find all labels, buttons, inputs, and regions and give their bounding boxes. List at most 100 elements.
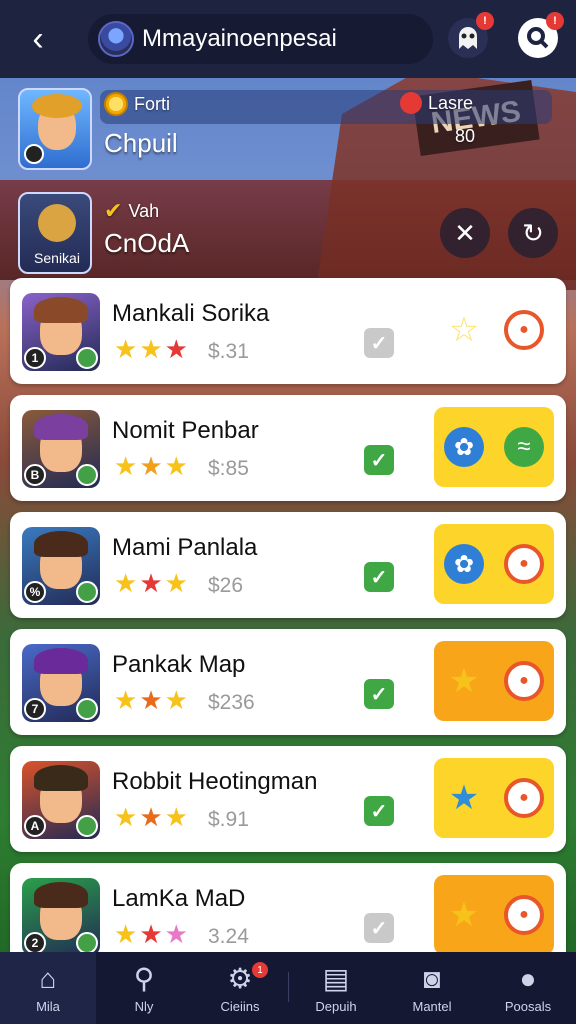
price-label: $236 [208,691,255,714]
checkbox-icon[interactable]: ✓ [364,796,394,826]
avatar-hair [34,414,88,440]
avatar[interactable]: 1 [22,293,100,371]
avatar [98,21,134,57]
price-label: 3.24 [208,925,249,948]
target-icon[interactable]: ● [504,895,544,935]
profile-icon: ● [519,962,537,994]
notification-badge: ! [476,12,494,30]
rating-stars: ★ ★ ★ [114,804,188,830]
action-button[interactable]: ✿ ≈ [434,407,554,487]
avatar[interactable]: A [22,761,100,839]
avatar[interactable]: 7 [22,644,100,722]
checkbox-icon[interactable]: ✓ [364,328,394,358]
star-icon: ★ [114,802,138,832]
star-icon: ★ [164,802,188,832]
title-pill[interactable]: Mmayainoenpesai [88,14,433,64]
close-button[interactable]: ✕ [440,208,490,258]
player-name: Mami Panlala [112,534,258,561]
coin-label: Vah [128,200,160,221]
nav-item-nly[interactable]: ⚲ Nly [96,952,192,1024]
rating-stars: ★ ★ ★ [114,336,188,362]
star-icon: ★ [139,802,163,832]
list-item[interactable]: 1 Mankali Sorika ★ ★ ★ $.31 ✓ ☆ ● [10,278,566,384]
list-item[interactable]: 7 Pankak Map ★ ★ ★ $236 ✓ ★ ● [10,629,566,735]
notification-badge: 1 [252,962,268,978]
avatar[interactable]: 2 [22,878,100,956]
featured-coin-label: Forti [104,92,170,116]
rating-stars: ★ ★ ★ [114,687,188,713]
list-item[interactable]: A Robbit Heotingman ★ ★ ★ $.91 ✓ ★ ● [10,746,566,852]
home-icon: ⌂ [39,962,57,994]
thumb-caption: Senikai [34,250,80,266]
coin-label: Forti [134,93,170,114]
badge-icon[interactable]: ✿ [444,544,484,584]
back-button[interactable]: ‹ [18,19,58,59]
avatar-hair [34,531,88,557]
ghost-button[interactable]: ! [448,12,494,58]
chat-icon[interactable]: ≈ [504,427,544,467]
level-badge: 2 [24,932,46,954]
featured-thumb-2[interactable]: Senikai [18,192,92,274]
nav-item-poosals[interactable]: ● Poosals [480,952,576,1024]
star-icon[interactable]: ☆ [444,310,484,350]
star-icon: ★ [139,334,163,364]
list-item[interactable]: % Mami Panlala ★ ★ ★ $26 ✓ ✿ ● [10,512,566,618]
coin-icon [104,92,128,116]
star-icon: ★ [139,568,163,598]
refresh-button[interactable]: ↻ [508,208,558,258]
action-button[interactable]: ★ ● [434,875,554,955]
checkbox-icon[interactable]: ✓ [364,562,394,592]
star-icon[interactable]: ★ [444,778,484,818]
camera-icon: ◙ [423,962,441,994]
featured-thumb[interactable] [18,88,92,170]
star-icon: ★ [139,451,163,481]
action-button[interactable]: ★ ● [434,641,554,721]
team-badge [76,815,98,837]
featured-coin-label-2: ✔ Vah [104,198,159,224]
action-button[interactable]: ☆ ● [434,290,554,370]
search-icon [527,27,549,49]
search-button[interactable]: ! [518,12,564,58]
nav-item-mila[interactable]: ⌂ Mila [0,952,96,1024]
close-icon: ✕ [454,217,476,248]
star-icon: ★ [164,451,188,481]
badge-icon[interactable]: ✿ [444,427,484,467]
nav-item-mantel[interactable]: ◙ Mantel [384,952,480,1024]
action-button[interactable]: ★ ● [434,758,554,838]
avatar[interactable]: % [22,527,100,605]
featured-name-2: CnOdA [104,228,190,258]
level-badge: B [24,464,46,486]
target-icon[interactable]: ● [504,661,544,701]
target-icon[interactable]: ● [504,310,544,350]
avatar-hair [34,297,88,323]
price-label: $:85 [208,457,249,480]
checkbox-icon[interactable]: ✓ [364,445,394,475]
star-icon[interactable]: ★ [444,661,484,701]
nav-label: Nly [134,998,154,1014]
action-button[interactable]: ✿ ● [434,524,554,604]
nav-item-cieiins[interactable]: ⚙ Cieiins 1 [192,952,288,1024]
team-badge [76,464,98,486]
nav-label: Mantel [412,998,452,1014]
featured-right-label: Lasre [400,92,473,114]
star-icon[interactable]: ★ [444,895,484,935]
nav-item-depuih[interactable]: ▤ Depuih [288,952,384,1024]
star-icon: ★ [164,334,188,364]
list-item[interactable]: B Nomit Penbar ★ ★ ★ $:85 ✓ ✿ ≈ [10,395,566,501]
target-icon[interactable]: ● [504,778,544,818]
target-icon[interactable]: ● [504,544,544,584]
chevron-left-icon: ‹ [32,20,44,58]
featured-right-value: 80 [455,126,476,146]
search-icon: ⚲ [133,963,155,994]
level-badge: % [24,581,46,603]
page-title: Mmayainoenpesai [142,25,337,52]
checkbox-icon[interactable]: ✓ [364,679,394,709]
avatar-hair [34,648,88,674]
star-icon: ★ [114,451,138,481]
checkbox-icon[interactable]: ✓ [364,913,394,943]
player-name: Nomit Penbar [112,417,259,444]
notification-badge: ! [546,12,564,30]
avatar-hair [34,765,88,791]
heart-icon [400,92,422,114]
avatar[interactable]: B [22,410,100,488]
